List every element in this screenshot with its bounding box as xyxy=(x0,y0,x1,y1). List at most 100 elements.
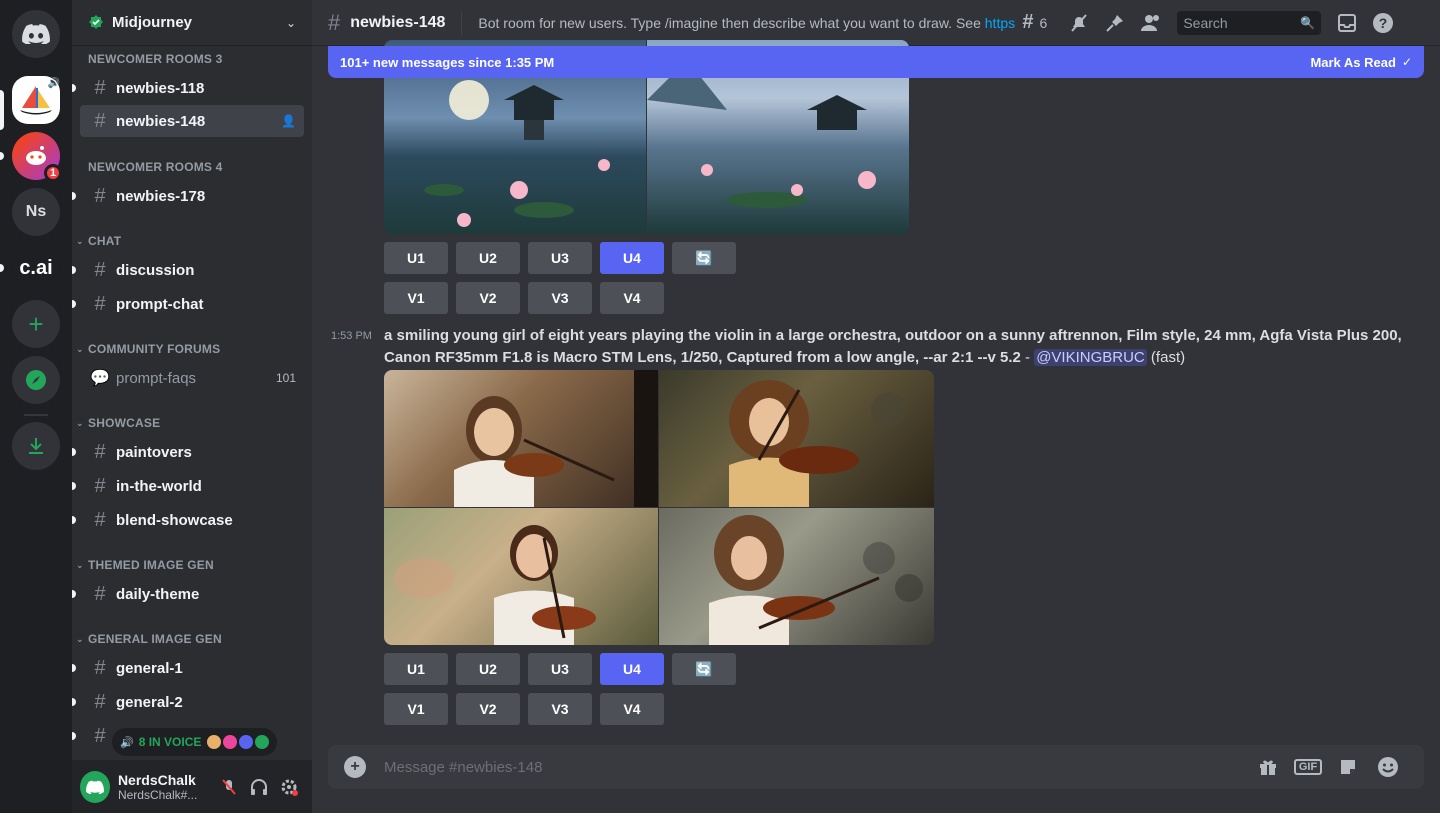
image-tile xyxy=(384,370,658,507)
gear-icon[interactable] xyxy=(274,771,304,803)
channel-prompt-chat[interactable]: # prompt-chat xyxy=(72,288,304,320)
hash-icon: # xyxy=(94,258,106,281)
category-community-forums[interactable]: ⌄ COMMUNITY FORUMS xyxy=(76,342,220,356)
explore-compass-icon[interactable] xyxy=(12,356,60,404)
message-composer[interactable]: + Message #newbies-148 GIF xyxy=(328,745,1424,789)
channel-label: prompt-chat xyxy=(116,295,204,313)
hash-icon: # xyxy=(94,109,106,132)
upscale-4-button[interactable]: U4 xyxy=(600,242,664,274)
variation-4-button[interactable]: V4 xyxy=(600,693,664,725)
channel-paintovers[interactable]: # paintovers xyxy=(72,436,304,468)
image-tile xyxy=(659,508,934,645)
server-character-ai-icon[interactable]: c.ai xyxy=(12,244,60,292)
variation-4-button[interactable]: V4 xyxy=(600,282,664,314)
channel-title: newbies-148 xyxy=(350,13,446,31)
server-ns-icon[interactable]: Ns xyxy=(12,188,60,236)
variation-1-button[interactable]: V1 xyxy=(384,282,448,314)
upscale-3-button[interactable]: U3 xyxy=(528,242,592,274)
notification-mute-icon[interactable] xyxy=(1061,11,1097,35)
mute-mic-icon[interactable] xyxy=(214,771,244,803)
category-themed-image-gen[interactable]: ⌄ THEMED IMAGE GEN xyxy=(76,558,214,572)
speed-label: (fast) xyxy=(1146,349,1186,366)
channel-newbies-118[interactable]: # newbies-118 xyxy=(72,72,304,104)
member-list-icon[interactable] xyxy=(1133,11,1169,35)
headphones-icon[interactable] xyxy=(244,771,274,803)
variation-1-button[interactable]: V1 xyxy=(384,693,448,725)
username: NerdsChalk xyxy=(117,771,196,788)
category-newcomer-rooms-4[interactable]: NEWCOMER ROOMS 4 xyxy=(76,160,223,174)
gif-icon[interactable]: GIF xyxy=(1288,755,1328,779)
channel-general-2[interactable]: # general-2 xyxy=(72,686,304,718)
channel-newbies-148[interactable]: # newbies-148 👤 xyxy=(80,105,304,137)
category-newcomer-rooms-3[interactable]: NEWCOMER ROOMS 3 xyxy=(76,52,223,66)
server-midjourney-icon[interactable]: 🔊 xyxy=(12,76,60,124)
channel-newbies-178[interactable]: # newbies-178 xyxy=(72,180,304,212)
upscale-2-button[interactable]: U2 xyxy=(456,653,520,685)
generated-image-grid-2[interactable] xyxy=(384,370,934,645)
search-input[interactable]: Search 🔍 xyxy=(1177,10,1322,35)
user-panel: NerdsChalk NerdsChalk#... xyxy=(72,760,312,813)
forum-icon: 💬 xyxy=(90,370,110,387)
sticker-icon[interactable] xyxy=(1328,755,1368,779)
user-mention[interactable]: @VIKINGBRUC xyxy=(1034,349,1147,366)
prompt-text: a smiling young girl of eight years play… xyxy=(384,327,1402,366)
server-reddit-icon[interactable]: 1 xyxy=(12,132,62,182)
topic-link[interactable]: https:/... xyxy=(985,15,1017,31)
mark-as-read-button[interactable]: Mark As Read xyxy=(1310,55,1396,70)
new-messages-text: 101+ new messages since 1:35 PM xyxy=(340,54,555,70)
separator: - xyxy=(1020,349,1035,366)
channel-discussion[interactable]: # discussion xyxy=(72,254,304,286)
voice-indicator[interactable]: 🔊 8 IN VOICE xyxy=(112,728,278,756)
inbox-icon[interactable] xyxy=(1329,11,1365,35)
add-server-icon[interactable]: + xyxy=(12,300,60,348)
channel-blend-showcase[interactable]: # blend-showcase xyxy=(72,504,304,536)
category-showcase[interactable]: ⌄ SHOWCASE xyxy=(76,416,160,430)
channel-label: prompt-faqs xyxy=(116,369,197,387)
unread-indicator xyxy=(72,664,76,672)
upscale-3-button[interactable]: U3 xyxy=(528,653,592,685)
category-label: CHAT xyxy=(88,234,122,248)
guild-header[interactable]: Midjourney ⌄ xyxy=(72,0,312,46)
channel-prompt-faqs[interactable]: 💬 prompt-faqs 101 xyxy=(80,362,304,394)
new-messages-bar[interactable]: 101+ new messages since 1:35 PM Mark As … xyxy=(328,46,1424,78)
variation-2-button[interactable]: V2 xyxy=(456,282,520,314)
avatar[interactable] xyxy=(80,770,110,803)
discord-home-icon[interactable] xyxy=(12,10,60,58)
unread-indicator xyxy=(72,448,76,456)
channel-sidebar: Midjourney ⌄ NEWCOMER ROOMS 3 # newbies-1… xyxy=(72,0,312,813)
reroll-button[interactable]: 🔄 xyxy=(672,653,736,685)
chevron-down-icon[interactable]: ⌄ xyxy=(286,16,296,30)
channel-label: blend-showcase xyxy=(116,511,233,529)
attach-plus-icon[interactable]: + xyxy=(344,756,366,778)
chevron-down-icon: ⌄ xyxy=(76,559,84,570)
avatar xyxy=(223,735,238,749)
channel-topic[interactable]: Bot room for new users. Type /imagine th… xyxy=(478,15,1016,31)
rail-divider xyxy=(24,414,48,416)
channel-in-the-world[interactable]: # in-the-world xyxy=(72,470,304,502)
pin-icon[interactable] xyxy=(1097,11,1133,35)
hash-icon: # xyxy=(94,292,106,315)
threads-icon[interactable]: #6 xyxy=(1022,11,1047,35)
upscale-1-button[interactable]: U1 xyxy=(384,653,448,685)
chevron-down-icon: ⌄ xyxy=(76,417,84,428)
upscale-4-button[interactable]: U4 xyxy=(600,653,664,685)
reroll-button[interactable]: 🔄 xyxy=(672,242,736,274)
message-input[interactable]: Message #newbies-148 xyxy=(384,759,1248,776)
variation-3-button[interactable]: V3 xyxy=(528,693,592,725)
download-icon[interactable] xyxy=(12,422,60,470)
upscale-2-button[interactable]: U2 xyxy=(456,242,520,274)
emoji-icon[interactable] xyxy=(1368,755,1408,779)
variation-2-button[interactable]: V2 xyxy=(456,693,520,725)
help-icon[interactable]: ? xyxy=(1365,11,1401,35)
invite-member-icon[interactable]: 👤 xyxy=(281,114,296,128)
channel-daily-theme[interactable]: # daily-theme xyxy=(72,578,304,610)
hash-icon: # xyxy=(94,474,106,497)
variation-3-button[interactable]: V3 xyxy=(528,282,592,314)
category-chat[interactable]: ⌄ CHAT xyxy=(76,234,121,248)
gift-icon[interactable] xyxy=(1248,755,1288,779)
avatar xyxy=(207,735,222,749)
channel-general-1[interactable]: # general-1 xyxy=(72,652,304,684)
upscale-1-button[interactable]: U1 xyxy=(384,242,448,274)
unread-indicator xyxy=(72,482,76,490)
category-general-image-gen[interactable]: ⌄ GENERAL IMAGE GEN xyxy=(76,632,222,646)
